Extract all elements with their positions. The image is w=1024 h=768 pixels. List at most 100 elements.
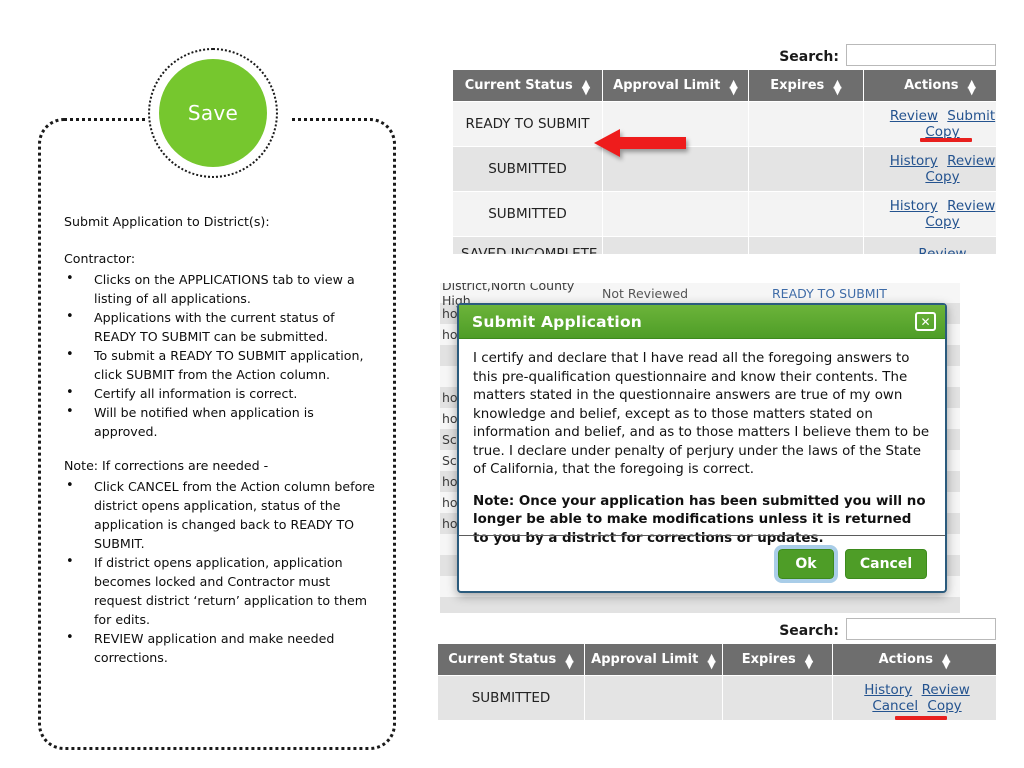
action-history-link[interactable]: History xyxy=(890,198,938,214)
column-header-label: Actions xyxy=(904,78,959,93)
column-header-label: Expires xyxy=(741,652,796,667)
table-row[interactable]: SUBMITTED History Review Copy xyxy=(452,191,996,237)
column-header-approval-limit[interactable]: Approval Limit ▲ ▼ xyxy=(584,643,723,676)
save-button-label: Save xyxy=(187,101,239,125)
modal-header: Submit Application ✕ xyxy=(459,305,945,339)
list-item: Certify all information is correct. xyxy=(64,383,376,403)
table-row[interactable]: SUBMITTED History Review Copy xyxy=(452,146,996,192)
note-bullet-list: Click CANCEL from the Action column befo… xyxy=(64,476,376,667)
action-copy-link[interactable]: Copy xyxy=(925,169,959,185)
sort-icon[interactable]: ▲ ▼ xyxy=(565,652,573,670)
table-row[interactable]: SAVED,INCOMPLETE Review xyxy=(452,236,996,254)
cell-actions: Review xyxy=(863,236,996,254)
cell-current-status: SAVED,INCOMPLETE xyxy=(452,236,603,254)
list-item: If district opens application, applicati… xyxy=(64,552,376,629)
cell-expires xyxy=(748,236,864,254)
cell-review-status: Not Reviewed xyxy=(602,285,689,301)
column-header-approval-limit[interactable]: Approval Limit ▲ ▼ xyxy=(602,69,749,102)
column-header-current-status[interactable]: Current Status ▲ ▼ xyxy=(437,643,585,676)
sort-icon[interactable]: ▲ ▼ xyxy=(707,652,715,670)
table-search-row-top: Search: xyxy=(452,44,996,66)
action-review-link[interactable]: Review xyxy=(947,153,995,169)
column-header-label: Current Status xyxy=(464,78,573,93)
action-submit-link[interactable]: Submit xyxy=(947,108,995,124)
save-button-circle[interactable]: Save xyxy=(159,59,267,167)
cell-current-status: SUBMITTED xyxy=(452,146,603,192)
table-top: Current Status ▲ ▼ Approval Limit ▲ ▼ Expi… xyxy=(452,69,996,254)
ok-button[interactable]: Ok xyxy=(774,544,838,583)
cancel-highlight-underline xyxy=(895,716,947,720)
sort-icon[interactable]: ▲ ▼ xyxy=(967,78,975,96)
column-header-label: Approval Limit xyxy=(613,78,721,93)
submit-application-modal: Submit Application ✕ I certify and decla… xyxy=(457,303,947,593)
contractor-section: Contractor: Clicks on the APPLICATIONS t… xyxy=(64,249,376,441)
list-item: Will be notified when application is app… xyxy=(64,402,376,441)
action-copy-link[interactable]: Copy xyxy=(925,214,959,230)
table-row[interactable]: READY TO SUBMIT Review Submit Copy xyxy=(452,101,996,147)
note-heading: Note: If corrections are needed - xyxy=(64,458,269,473)
action-review-link[interactable]: Review xyxy=(922,682,970,698)
table-row xyxy=(440,597,960,613)
action-cancel-link[interactable]: Cancel xyxy=(872,698,918,714)
table-row: District,North County High Not Reviewed … xyxy=(440,283,960,308)
cell-current-status: SUBMITTED xyxy=(452,191,603,237)
sort-icon[interactable]: ▲ ▼ xyxy=(582,78,590,96)
action-copy-link[interactable]: Copy xyxy=(927,698,961,714)
cell-expires xyxy=(748,191,864,237)
column-header-label: Approval Limit xyxy=(591,652,699,667)
column-header-expires[interactable]: Expires ▲ ▼ xyxy=(722,643,833,676)
sort-icon[interactable]: ▲ ▼ xyxy=(805,652,813,670)
list-item: Clicks on the APPLICATIONS tab to view a… xyxy=(64,269,376,308)
column-header-actions[interactable]: Actions ▲ ▼ xyxy=(863,69,996,102)
sort-icon[interactable]: ▲ ▼ xyxy=(833,78,841,96)
column-header-actions[interactable]: Actions ▲ ▼ xyxy=(832,643,996,676)
cell-actions: History Review Copy xyxy=(863,191,996,237)
cell-approval-limit xyxy=(602,191,749,237)
table-header-row: Current Status ▲ ▼ Approval Limit ▲ ▼ Expi… xyxy=(437,643,996,676)
modal-title: Submit Application xyxy=(472,312,643,331)
table-search-row-bottom: Search: xyxy=(437,618,996,640)
list-item: To submit a READY TO SUBMIT application,… xyxy=(64,345,376,384)
action-review-link[interactable]: Review xyxy=(890,108,938,124)
sort-icon[interactable]: ▲ ▼ xyxy=(729,78,737,96)
submit-highlight-underline xyxy=(920,138,972,142)
modal-footer: Ok Cancel xyxy=(459,535,945,591)
column-header-expires[interactable]: Expires ▲ ▼ xyxy=(748,69,864,102)
close-icon[interactable]: ✕ xyxy=(915,312,936,331)
column-header-current-status[interactable]: Current Status ▲ ▼ xyxy=(452,69,603,102)
instructions-title: Submit Application to District(s): xyxy=(64,214,270,229)
cell-actions: Review Submit Copy xyxy=(863,101,996,147)
save-button[interactable]: Save xyxy=(148,48,278,178)
applications-table-top: Search: Current Status ▲ ▼ Approval Limit xyxy=(452,44,996,254)
cancel-button[interactable]: Cancel xyxy=(845,548,927,579)
search-input[interactable] xyxy=(846,44,996,66)
cell-actions: History Review Cancel Copy xyxy=(832,675,996,721)
cell-expires xyxy=(748,146,864,192)
cell-current-status: READY TO SUBMIT xyxy=(452,101,603,147)
table-header-row: Current Status ▲ ▼ Approval Limit ▲ ▼ Expi… xyxy=(452,69,996,102)
cell-approval-limit xyxy=(602,236,749,254)
list-item: Applications with the current status of … xyxy=(64,307,376,346)
list-item: Click CANCEL from the Action column befo… xyxy=(64,476,376,553)
cell-current-status: READY TO SUBMIT xyxy=(772,285,887,301)
sort-icon[interactable]: ▲ ▼ xyxy=(942,652,950,670)
list-item: REVIEW application and make needed corre… xyxy=(64,628,376,667)
red-left-arrow-icon xyxy=(594,129,686,157)
action-history-link[interactable]: History xyxy=(864,682,912,698)
slide-canvas: Save Submit Application to District(s): … xyxy=(0,0,1024,768)
cell-expires xyxy=(748,101,864,147)
column-header-label: Current Status xyxy=(448,652,557,667)
action-history-link[interactable]: History xyxy=(890,153,938,169)
contractor-bullet-list: Clicks on the APPLICATIONS tab to view a… xyxy=(64,269,376,441)
search-input[interactable] xyxy=(846,618,996,640)
cell-approval-limit xyxy=(584,675,723,721)
applications-table-bottom: Search: Current Status ▲ ▼ Approval Limit xyxy=(437,618,996,728)
note-section: Note: If corrections are needed - Click … xyxy=(64,456,376,667)
action-review-link[interactable]: Review xyxy=(947,198,995,214)
certification-text: I certify and declare that I have read a… xyxy=(473,351,930,477)
search-label: Search: xyxy=(779,623,839,639)
column-header-label: Actions xyxy=(878,652,933,667)
table-bottom: Current Status ▲ ▼ Approval Limit ▲ ▼ Expi… xyxy=(437,643,996,721)
action-review-link[interactable]: Review xyxy=(918,246,966,254)
table-row[interactable]: SUBMITTED History Review Cancel Copy xyxy=(437,675,996,721)
